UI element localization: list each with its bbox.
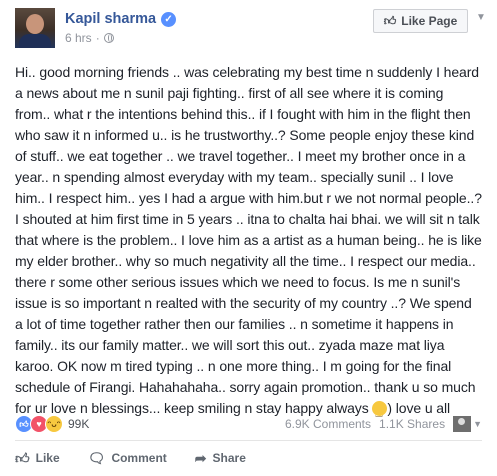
- post-actions: 👍︎ Like 🗨︎ Comment ➦ Share: [15, 445, 315, 471]
- reactions-summary[interactable]: 👍︎ ♥ ᵔᴗᵔ 99K: [15, 415, 89, 433]
- like-page-button[interactable]: 👍︎ Like Page: [373, 9, 468, 33]
- like-button[interactable]: 👍︎ Like: [15, 450, 60, 467]
- meta-separator: ·: [95, 31, 100, 45]
- globe-icon: [103, 33, 114, 43]
- actions-divider: [15, 440, 482, 441]
- shares-count[interactable]: 1.1K Shares: [379, 417, 445, 431]
- comment-bubble-icon: 🗨︎: [87, 449, 106, 466]
- reactions-count: 99K: [68, 417, 90, 431]
- post-as-selector[interactable]: ▼: [453, 416, 482, 432]
- avatar-body: [19, 34, 51, 48]
- like-page-label: Like Page: [401, 14, 458, 28]
- post-stats: 👍︎ ♥ ᵔᴗᵔ 99K 6.9K Comments 1.1K Shares ▼: [15, 413, 482, 435]
- thumbs-up-icon: 👍︎: [15, 449, 30, 466]
- thumbs-up-icon: 👍︎: [383, 13, 397, 28]
- viewer-avatar: [453, 416, 472, 432]
- like-label: Like: [35, 451, 60, 465]
- comments-count[interactable]: 6.9K Comments: [285, 417, 371, 431]
- share-label: Share: [212, 451, 246, 465]
- comment-button[interactable]: 🗨︎ Comment: [88, 450, 167, 467]
- post-options-chevron-icon[interactable]: ▼: [476, 12, 486, 23]
- chevron-down-icon: ▼: [473, 419, 482, 429]
- facebook-post-card: Kapil sharma ✓ 6 hrs · 👍︎ Like Page ▼ Hi…: [0, 0, 497, 476]
- author-name-row: Kapil sharma ✓: [65, 11, 177, 27]
- avatar-face: [26, 14, 44, 34]
- post-meta: 6 hrs ·: [65, 31, 114, 45]
- laughing-emoji-icon: ᵔᴗᵔ: [45, 415, 63, 433]
- comment-label: Comment: [111, 451, 167, 465]
- share-button[interactable]: ➦ Share: [195, 450, 246, 467]
- engagement-counts: 6.9K Comments 1.1K Shares ▼: [285, 416, 482, 432]
- post-header: Kapil sharma ✓ 6 hrs · 👍︎ Like Page ▼: [0, 0, 497, 50]
- post-timestamp[interactable]: 6 hrs: [65, 31, 92, 45]
- verified-badge-icon: ✓: [161, 11, 177, 27]
- author-avatar[interactable]: [15, 8, 55, 48]
- share-arrow-icon: ➦: [194, 449, 207, 466]
- author-name[interactable]: Kapil sharma: [65, 11, 156, 27]
- post-body: Hi.. good morning friends .. was celebra…: [15, 62, 482, 423]
- post-text: Hi.. good morning friends .. was celebra…: [15, 64, 482, 416]
